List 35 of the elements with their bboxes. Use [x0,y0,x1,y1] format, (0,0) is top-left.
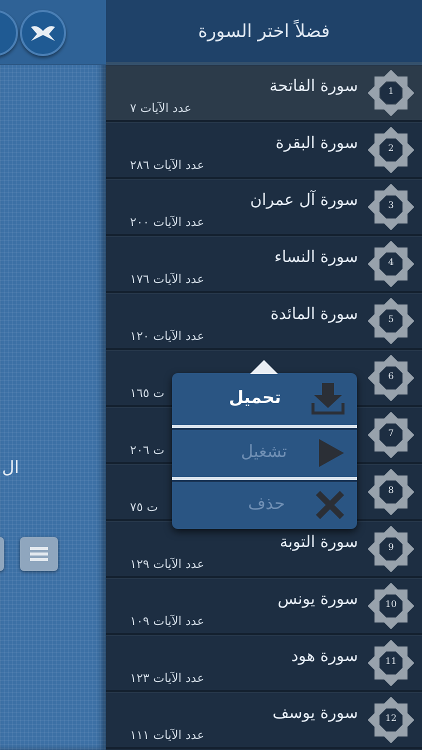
verse-count: عدد الآيات ١٢٠ [130,328,204,345]
surah-number: 1 [388,86,394,100]
partial-label: ال [2,457,20,480]
surah-number: 5 [388,314,394,328]
surah-number: 3 [388,200,394,214]
surah-name: سورة هود [291,645,358,667]
verse-count: عدد الآيات ٧ [130,100,192,117]
surah-name: سورة البقرة [276,132,358,154]
surah-number: 9 [388,542,394,556]
surah-number: 11 [385,656,397,670]
verse-count: عدد الآيات ١٠٩ [130,613,204,630]
surah-number: 7 [388,428,394,442]
surah-name: سورة الفاتحة [269,75,358,97]
surah-number: 10 [385,599,397,612]
surah-name: سورة يوسف [272,702,358,724]
verse-count: ت ١٦٥ [130,385,164,402]
surah-number: 12 [385,713,397,726]
verse-count: عدد الآيات ١٢٣ [130,670,204,687]
surah-number: 8 [388,485,394,498]
verse-count: عدد الآيات ٢٨٦ [130,157,204,174]
surah-name: سورة النساء [274,246,358,268]
verse-count: ت ٧٥ [130,499,158,516]
surah-number: 4 [388,257,394,270]
surah-name: سورة المائدة [270,303,358,325]
surah-name: سورة يونس [278,588,358,610]
surah-name: سورة آل عمران [250,189,358,211]
verse-count: عدد الآيات ١٢٩ [130,556,204,573]
verse-count: ت ٢٠٦ [130,442,164,459]
header-title: فضلاً اختر السورة [106,0,422,65]
verse-count: عدد الآيات ١١١ [130,727,204,744]
surah-name: سورة التوبة [280,531,358,553]
verse-count: عدد الآيات ١٧٦ [130,271,204,288]
surah-number: 6 [388,371,394,384]
verse-count: عدد الآيات ٢٠٠ [130,214,204,231]
surah-number: 2 [388,143,394,156]
